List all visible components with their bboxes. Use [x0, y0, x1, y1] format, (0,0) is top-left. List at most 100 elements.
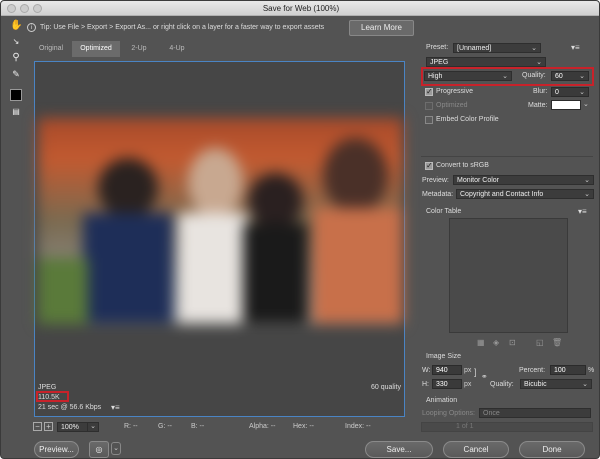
zoom-in-button[interactable]: + [44, 422, 53, 431]
looping-options-select[interactable]: Once [479, 408, 591, 418]
height-input[interactable]: 330 [432, 379, 462, 389]
chevron-down-icon: ⌄ [584, 191, 590, 198]
color-table[interactable] [449, 218, 568, 333]
file-format-select[interactable]: JPEG ⌄ [426, 57, 546, 67]
save-button[interactable]: Save... [365, 441, 433, 458]
height-unit: px [464, 381, 472, 388]
tab-2-up[interactable]: 2-Up [120, 41, 158, 57]
cancel-button[interactable]: Cancel [443, 441, 509, 458]
optimized-label: Optimized [436, 102, 468, 109]
output-format: JPEG [38, 384, 57, 391]
resample-quality-select[interactable]: Bicubic ⌄ [520, 379, 592, 389]
status-bar: − + 100% ⌄ R: -- G: -- B: -- Alpha: -- H… [31, 421, 411, 433]
convert-srgb-checkbox[interactable] [425, 161, 433, 170]
red-readout: R: -- [124, 423, 138, 430]
percent-unit: % [588, 367, 595, 374]
percent-input[interactable]: 100 [550, 365, 586, 375]
slice-select-tool-icon[interactable]: ↘ [10, 36, 22, 48]
looping-options-label: Looping Options: [422, 410, 475, 417]
web-shift-icon[interactable]: ◈ [493, 338, 499, 347]
embed-color-profile-checkbox[interactable] [425, 116, 433, 124]
tab-optimized[interactable]: Optimized [72, 41, 120, 57]
toggle-slices-visibility-icon[interactable]: ▤ [10, 106, 22, 118]
file-size-highlight [36, 391, 69, 402]
minimize-window-button[interactable] [20, 4, 29, 13]
width-unit: px [464, 367, 472, 374]
optimized-checkbox[interactable] [425, 102, 433, 110]
save-for-web-dialog: Save for Web (100%) ✋ ↘ ⚲ ✎ ▤ i Tip: Use … [0, 0, 600, 459]
chevron-down-icon: ⌄ [502, 73, 508, 80]
eyedropper-color-swatch[interactable] [10, 89, 22, 101]
matte-label: Matte: [528, 102, 548, 109]
percent-label: Percent: [519, 367, 546, 374]
metadata-select[interactable]: Copyright and Contact Info ⌄ [456, 189, 594, 199]
preview-image [38, 118, 403, 324]
learn-more-button[interactable]: Learn More [349, 20, 414, 36]
compression-quality-select[interactable]: High ⌄ [424, 71, 512, 81]
chevron-down-icon: ⌄ [582, 381, 588, 388]
progressive-checkbox[interactable] [425, 87, 433, 96]
color-table-title: Color Table [426, 208, 462, 215]
blur-input[interactable]: 0 ⌄ [551, 87, 589, 97]
map-to-transparent-icon[interactable]: ▦ [477, 338, 485, 347]
tip-text: Tip: Use File > Export > Export As... or… [40, 24, 325, 31]
done-button[interactable]: Done [519, 441, 585, 458]
zoom-tool-icon[interactable]: ⚲ [10, 52, 22, 64]
index-readout: Index: -- [345, 423, 371, 430]
height-label: H: [422, 381, 429, 388]
blue-readout: B: -- [191, 423, 205, 430]
embed-color-profile-label: Embed Color Profile [436, 116, 499, 123]
progressive-label: Progressive [436, 88, 473, 95]
hand-tool-icon[interactable]: ✋ [10, 20, 22, 32]
chevron-down-icon: ⌄ [579, 89, 585, 96]
image-preview-pane[interactable]: JPEG 110.5K 21 sec @ 56.6 Kbps ▾≡ 60 qua… [34, 61, 405, 417]
frame-counter: 1 of 1 [456, 423, 474, 430]
hex-readout: Hex: -- [293, 423, 314, 430]
title-bar: Save for Web (100%) [1, 1, 599, 16]
download-speed-menu-icon[interactable]: ▾≡ [111, 403, 120, 412]
chevron-down-icon: ⌄ [584, 177, 590, 184]
matte-color-swatch[interactable] [551, 100, 581, 110]
green-readout: G: -- [158, 423, 172, 430]
width-label: W: [422, 367, 431, 374]
output-quality: 60 quality [371, 384, 401, 391]
browser-globe-icon: ◎ [95, 445, 103, 454]
delete-color-icon[interactable]: 🗑 [552, 338, 562, 347]
new-color-icon[interactable]: ◱ [536, 338, 544, 347]
zoom-out-button[interactable]: − [33, 422, 42, 431]
tab-4-up[interactable]: 4-Up [158, 41, 196, 57]
constrain-proportions-link-icon[interactable]: ⚭ [481, 372, 488, 381]
view-tabs: Original Optimized 2-Up 4-Up [30, 41, 410, 57]
blur-label: Blur: [533, 88, 548, 95]
link-bracket: ] [474, 367, 477, 377]
metadata-label: Metadata: [422, 191, 454, 198]
browser-dropdown-chevron-icon[interactable]: ⌄ [111, 442, 121, 455]
zoom-window-button[interactable] [33, 4, 42, 13]
preview-color-select[interactable]: Monitor Color ⌄ [453, 175, 594, 185]
close-window-button[interactable] [7, 4, 16, 13]
eyedropper-tool-icon[interactable]: ✎ [10, 68, 22, 80]
section-divider [421, 156, 593, 157]
preset-label: Preset: [426, 44, 449, 51]
color-table-menu-icon[interactable]: ▾≡ [578, 207, 587, 216]
quality-input[interactable]: 60 ⌄ [551, 71, 589, 81]
preset-menu-icon[interactable]: ▾≡ [571, 43, 580, 52]
alpha-readout: Alpha: -- [249, 423, 276, 430]
lock-color-icon[interactable]: ⊡ [509, 338, 516, 347]
download-time: 21 sec @ 56.6 Kbps [38, 404, 102, 411]
preview-color-label: Preview: [422, 177, 449, 184]
tab-original[interactable]: Original [30, 41, 72, 57]
zoom-dropdown-chevron-icon[interactable]: ⌄ [87, 422, 99, 432]
chevron-down-icon: ⌄ [531, 45, 537, 52]
animation-controls: 1 of 1 [421, 422, 593, 432]
quality-label: Quality: [522, 72, 546, 79]
info-icon: i [27, 23, 36, 32]
matte-chevron-down-icon[interactable]: ⌄ [583, 100, 589, 108]
resample-quality-label: Quality: [490, 381, 514, 388]
width-input[interactable]: 940 [432, 365, 462, 375]
convert-srgb-label: Convert to sRGB [436, 162, 489, 169]
preview-in-browser-button[interactable]: Preview... [34, 441, 79, 458]
preset-select[interactable]: [Unnamed] ⌄ [453, 43, 541, 53]
chevron-down-icon: ⌄ [536, 59, 542, 66]
browser-icon-button[interactable]: ◎ [89, 441, 109, 458]
